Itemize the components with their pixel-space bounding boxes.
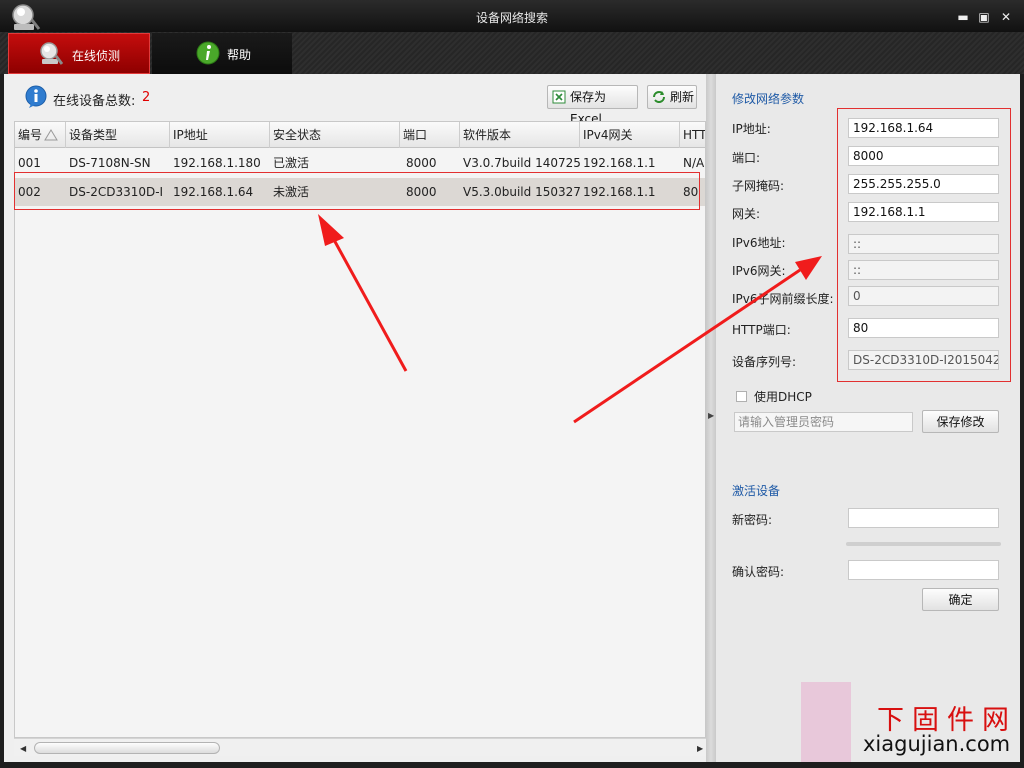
save-changes-button[interactable]: 保存修改	[922, 410, 999, 433]
ipv6-address-field[interactable]	[848, 234, 999, 254]
export-excel-button[interactable]: 保存为Excel	[547, 85, 638, 126]
new-password-input[interactable]	[848, 508, 999, 528]
device-table: 编号 设备类型 IP地址 安全状态 端口 软件版本 IPv4网关 HTTP 00…	[14, 121, 706, 738]
http-port-label: HTTP端口:	[732, 323, 791, 337]
online-count-label: 在线设备总数:	[53, 94, 136, 109]
cell-ipv4-gateway: 192.168.1.1	[583, 185, 656, 199]
scroll-right-arrow-icon[interactable]: ▶	[697, 744, 703, 753]
cell-id: 001	[18, 156, 41, 170]
online-count: 2	[142, 90, 151, 105]
close-button[interactable]: ✕	[998, 9, 1014, 25]
cell-http: N/A	[683, 156, 705, 170]
refresh-icon	[653, 91, 665, 103]
cell-software-version: V5.3.0build 150327	[463, 185, 581, 199]
minimize-button[interactable]: ▬	[955, 9, 971, 25]
horizontal-scrollbar[interactable]: ◀ ▶	[14, 738, 706, 756]
activate-device-title: 激活设备	[732, 484, 781, 498]
column-header-software-version[interactable]: 软件版本	[460, 122, 580, 148]
tab-online-detect[interactable]: 在线侦测	[8, 33, 150, 74]
cell-port: 8000	[406, 185, 437, 199]
table-row[interactable]: 001 DS-7108N-SN 192.168.1.180 已激活 8000 V…	[15, 149, 705, 177]
tab-help-label: 帮助	[227, 48, 252, 62]
panel-splitter[interactable]: ▶	[706, 74, 716, 762]
cell-http: 80	[683, 185, 699, 199]
admin-password-input[interactable]	[734, 412, 913, 432]
cell-ipv4-gateway: 192.168.1.1	[583, 156, 656, 170]
table-row-selected[interactable]: 002 DS-2CD3310D-I 192.168.1.64 未激活 8000 …	[15, 178, 705, 206]
cell-device-type: DS-7108N-SN	[69, 156, 151, 170]
tab-online-detect-label: 在线侦测	[72, 49, 121, 63]
collapse-arrow-icon[interactable]: ▶	[708, 411, 714, 420]
ip-address-field[interactable]	[848, 118, 999, 138]
modify-network-params-title: 修改网络参数	[732, 92, 805, 106]
ipv6-gateway-label: IPv6网关:	[732, 264, 786, 278]
column-header-ip[interactable]: IP地址	[170, 122, 270, 148]
password-strength-bar	[846, 542, 1001, 546]
new-password-label: 新密码:	[732, 513, 773, 527]
table-header: 编号 设备类型 IP地址 安全状态 端口 软件版本 IPv4网关 HTTP	[15, 122, 705, 148]
cell-ip: 192.168.1.64	[173, 185, 254, 199]
refresh-button[interactable]: 刷新	[647, 85, 697, 109]
column-header-device-type[interactable]: 设备类型	[66, 122, 170, 148]
scrollbar-thumb[interactable]	[34, 742, 220, 754]
cell-software-version: V3.0.7build 140725	[463, 156, 581, 170]
info-icon	[25, 85, 47, 108]
gateway-field[interactable]	[848, 202, 999, 222]
column-header-id[interactable]: 编号	[15, 122, 66, 148]
help-info-icon	[196, 41, 220, 65]
confirm-password-input[interactable]	[848, 560, 999, 580]
device-list-panel: 在线设备总数: 2 保存为Excel 刷新 编号 设备类型 IP地址 安全状态	[4, 74, 706, 762]
confirm-button[interactable]: 确定	[922, 588, 999, 611]
cell-device-type: DS-2CD3310D-I	[69, 185, 164, 199]
excel-icon	[552, 90, 566, 104]
http-port-field[interactable]	[848, 318, 999, 338]
sort-ascending-icon	[44, 129, 58, 141]
content-area: 在线设备总数: 2 保存为Excel 刷新 编号 设备类型 IP地址 安全状态	[4, 74, 1020, 762]
scroll-left-arrow-icon[interactable]: ◀	[20, 744, 26, 753]
gateway-label: 网关:	[732, 207, 761, 221]
online-detect-icon	[40, 42, 63, 65]
subnet-mask-field[interactable]	[848, 174, 999, 194]
maximize-button[interactable]: ▣	[976, 9, 992, 25]
column-header-port[interactable]: 端口	[400, 122, 460, 148]
cell-security-status: 已激活	[273, 156, 310, 170]
column-header-ipv4-gateway[interactable]: IPv4网关	[580, 122, 680, 148]
dhcp-label: 使用DHCP	[754, 390, 812, 404]
port-field[interactable]	[848, 146, 999, 166]
dhcp-checkbox[interactable]	[736, 391, 747, 402]
confirm-password-label: 确认密码:	[732, 565, 785, 579]
ipv6-gateway-field[interactable]	[848, 260, 999, 280]
ipv6-prefix-length-label: IPv6子网前缀长度:	[732, 292, 834, 306]
title-bar: 设备网络搜索 ▬ ▣ ✕	[0, 0, 1024, 32]
subnet-mask-label: 子网掩码:	[732, 179, 785, 193]
cell-id: 002	[18, 185, 41, 199]
serial-number-label: 设备序列号:	[732, 355, 797, 369]
cell-port: 8000	[406, 156, 437, 170]
main-toolbar: 在线侦测 帮助	[0, 32, 1024, 74]
cell-ip: 192.168.1.180	[173, 156, 261, 170]
network-params-panel: 修改网络参数 IP地址: 端口: 子网掩码: 网关: IPv6地址: IPv6网…	[716, 74, 1020, 762]
ipv6-address-label: IPv6地址:	[732, 236, 786, 250]
column-header-id-label: 编号	[18, 128, 43, 142]
port-label: 端口:	[732, 151, 761, 165]
cell-security-status: 未激活	[273, 185, 310, 199]
column-header-security-status[interactable]: 安全状态	[270, 122, 400, 148]
refresh-label: 刷新	[670, 90, 695, 104]
window-title: 设备网络搜索	[475, 11, 548, 25]
ipv6-prefix-length-field[interactable]	[848, 286, 999, 306]
tab-help[interactable]: 帮助	[152, 33, 292, 74]
column-header-http[interactable]: HTTP	[680, 122, 705, 148]
serial-number-field[interactable]	[848, 350, 999, 370]
ip-address-label: IP地址:	[732, 122, 771, 136]
